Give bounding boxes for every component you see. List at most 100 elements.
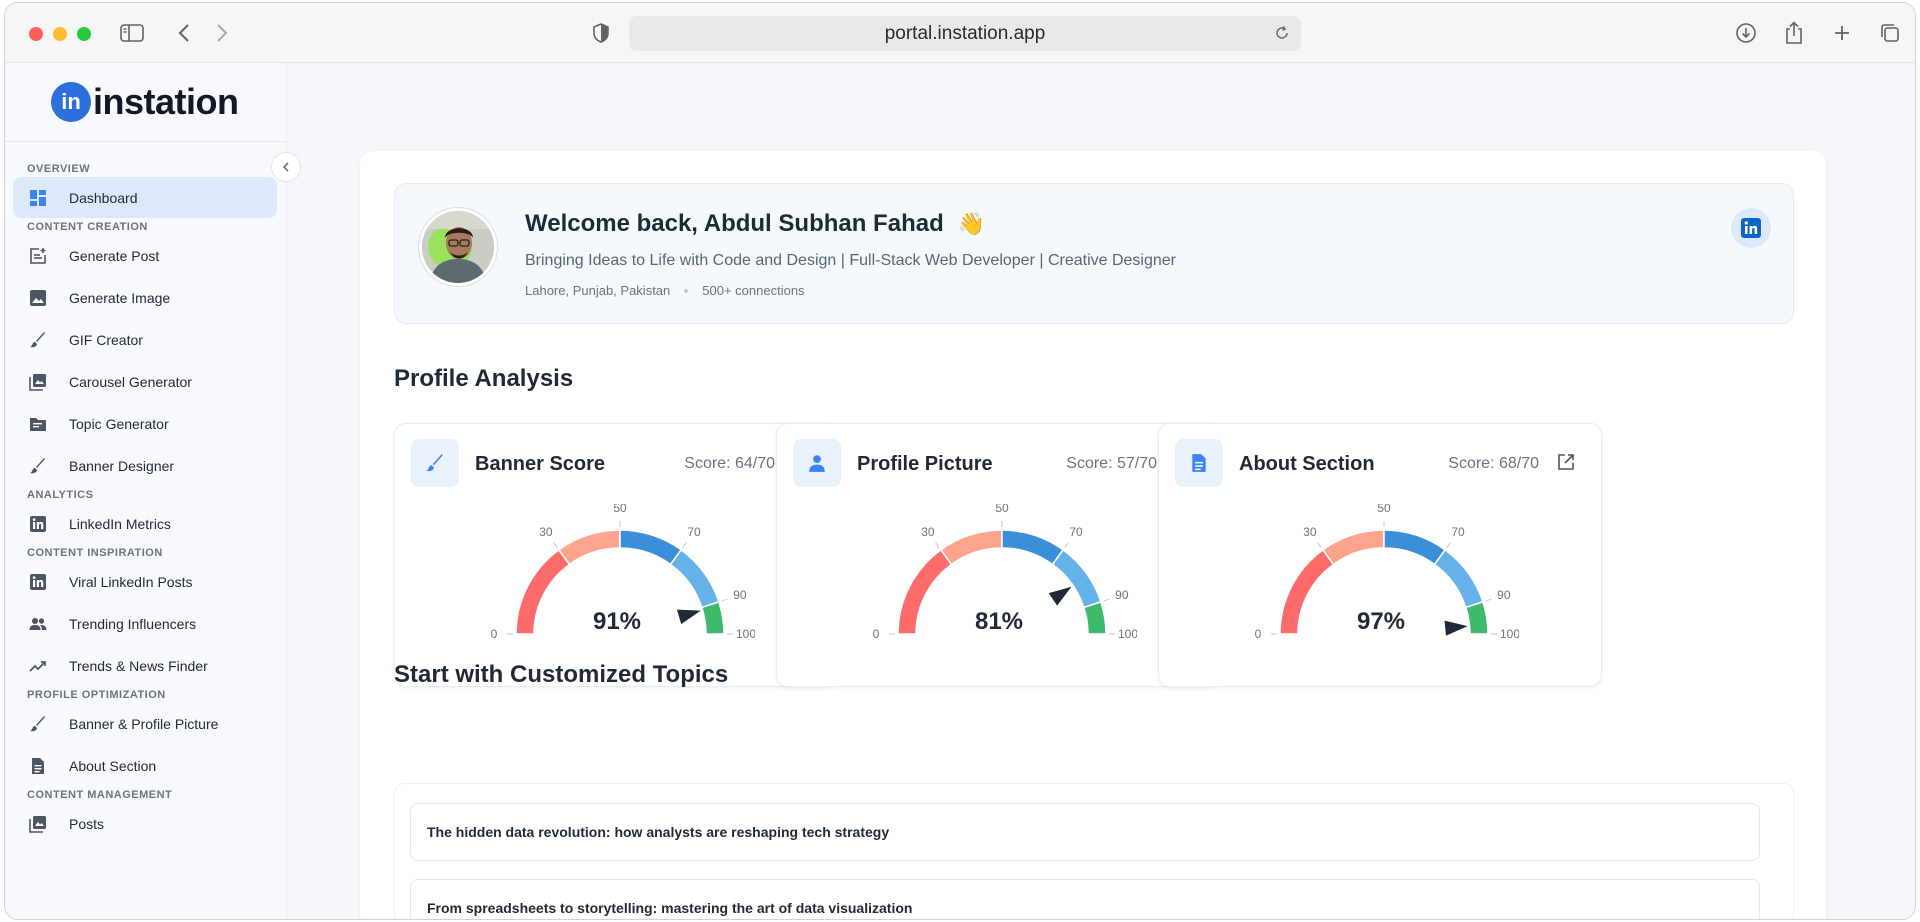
reload-icon[interactable] [1273, 24, 1291, 48]
sidebar-item-viral-linkedin-posts[interactable]: Viral LinkedIn Posts [13, 561, 277, 602]
linkedin-icon [29, 515, 69, 533]
sidebar-item-label: Posts [69, 815, 105, 832]
profile-location: Lahore, Punjab, Pakistan [525, 283, 671, 298]
gauge-tick-label: 70 [1451, 525, 1465, 539]
gauge-tick [1103, 598, 1110, 602]
profile-analysis-title: Profile Analysis [394, 365, 574, 392]
collapse-sidebar-button[interactable] [271, 152, 301, 182]
score-card-score: Score: 57/70 [1066, 455, 1157, 472]
score-card-icon-wrap [793, 439, 841, 487]
forward-arrow-icon[interactable] [207, 18, 237, 48]
tab-overview-icon[interactable] [1875, 18, 1905, 48]
downloads-icon[interactable] [1731, 18, 1761, 48]
gauge-tick [1485, 598, 1492, 602]
waving-hand-icon: 👋 [957, 211, 986, 236]
sidebar-item-label: Dashboard [69, 189, 138, 206]
sidebar-item-banner-profile-picture[interactable]: Banner & Profile Picture [13, 703, 277, 744]
main-content: Welcome back, Abdul Subhan Fahad 👋 Bringi… [288, 63, 1915, 919]
sidebar-item-label: GIF Creator [69, 331, 143, 348]
gauge-segment [619, 529, 683, 566]
topic-item[interactable]: The hidden data revolution: how analysts… [410, 803, 1760, 861]
sidebar-item-label: Viral LinkedIn Posts [69, 573, 193, 590]
meta-separator [684, 288, 689, 293]
sidebar-item-generate-image[interactable]: Generate Image [13, 277, 277, 318]
avatar[interactable] [419, 208, 497, 286]
sidebar-item-linkedin-metrics[interactable]: LinkedIn Metrics [13, 503, 277, 544]
image-icon [29, 289, 69, 307]
gauge-tick-label: 90 [1497, 588, 1511, 602]
sidebar-item-generate-post[interactable]: Generate Post [13, 235, 277, 276]
sidebar-item-label: Banner Designer [69, 457, 175, 474]
gauge-tick-label: 90 [733, 588, 747, 602]
sidebar-item-label: Generate Post [69, 247, 160, 264]
welcome-banner: Welcome back, Abdul Subhan Fahad 👋 Bringi… [394, 183, 1794, 324]
linkedin-profile-button[interactable] [1731, 208, 1771, 248]
score-card-icon-wrap [1175, 439, 1223, 487]
instation-logo[interactable]: in instation [51, 81, 239, 123]
gauge-segment [557, 529, 621, 566]
privacy-shield-icon[interactable] [586, 18, 616, 48]
brush-icon [425, 453, 445, 473]
sidebar-item-label: LinkedIn Metrics [69, 515, 171, 532]
sidebar-toggle-icon[interactable] [117, 18, 147, 48]
sidebar-item-dashboard[interactable]: Dashboard [13, 177, 277, 218]
sidebar-item-label: Topic Generator [69, 415, 169, 432]
share-icon[interactable] [1779, 18, 1809, 48]
url-text: portal.instation.app [884, 22, 1046, 44]
linkedin-icon [1741, 218, 1761, 238]
sidebar-item-topic-generator[interactable]: Topic Generator [13, 403, 277, 444]
minimize-window-button[interactable] [53, 27, 67, 41]
score-card-percent: 97% [1356, 608, 1406, 635]
score-card-score: Score: 68/70 [1448, 455, 1539, 472]
brush-icon [29, 457, 69, 475]
brush-icon [29, 331, 69, 349]
trending-icon [29, 657, 69, 675]
welcome-title: Welcome back, Abdul Subhan Fahad 👋 [525, 210, 985, 238]
sidebar-item-gif-creator[interactable]: GIF Creator [13, 319, 277, 360]
sidebar-item-about-section[interactable]: About Section [13, 745, 277, 786]
gauge-needle [1048, 586, 1072, 606]
sidebar: in instation OVERVIEW Dashboard CONTENT CR… [5, 63, 301, 919]
close-window-button[interactable] [29, 27, 43, 41]
sidebar-item-carousel-generator[interactable]: Carousel Generator [13, 361, 277, 402]
gauge-tick [553, 542, 558, 548]
logo-divider [5, 141, 286, 142]
gauge-tick-label: 90 [1115, 588, 1129, 602]
new-tab-icon[interactable] [1827, 18, 1857, 48]
collections-icon [29, 815, 69, 833]
external-link-icon[interactable] [1557, 453, 1577, 473]
topics-title: Start with Customized Topics [394, 661, 729, 688]
people-icon [29, 615, 69, 633]
chevron-left-icon [282, 162, 289, 172]
zoom-window-button[interactable] [77, 27, 91, 41]
sidebar-item-trending-influencers[interactable]: Trending Influencers [13, 603, 277, 644]
topic-item[interactable]: From spreadsheets to storytelling: maste… [410, 879, 1760, 919]
sidebar-item-label: Trending Influencers [69, 615, 197, 632]
sidebar-item-banner-designer[interactable]: Banner Designer [13, 445, 277, 486]
sidebar-item-posts[interactable]: Posts [13, 803, 277, 844]
gauge-tick [1317, 542, 1322, 548]
logo-text: instation [93, 81, 239, 122]
score-card-score: Score: 64/70 [684, 455, 775, 472]
dashboard-icon [29, 189, 69, 207]
address-bar[interactable]: portal.instation.app [629, 16, 1301, 51]
sidebar-item-trends-news-finder[interactable]: Trends & News Finder [13, 645, 277, 686]
browser-window: portal.instation.app in instation OVERVI… [4, 2, 1916, 920]
gauge-tick [1446, 542, 1451, 548]
gauge-segment [1383, 529, 1447, 566]
nav-section-title: OVERVIEW [27, 163, 91, 175]
welcome-text: Welcome back, Abdul Subhan Fahad [525, 210, 944, 237]
profile-meta: Lahore, Punjab, Pakistan 500+ connection… [525, 283, 805, 298]
score-card-title: Banner Score [475, 453, 606, 475]
score-card-about-section: About Section Score: 68/70 0 30 50 70 90 100 … [1158, 423, 1602, 687]
gauge-tick [1064, 542, 1069, 548]
gauge-segment [669, 548, 720, 609]
gauge-tick-label: 50 [613, 504, 627, 515]
back-arrow-icon[interactable] [169, 18, 199, 48]
sidebar-item-label: About Section [69, 757, 157, 774]
nav-section-title: PROFILE OPTIMIZATION [27, 689, 166, 701]
nav-section-title: CONTENT INSPIRATION [27, 547, 163, 559]
document-icon [29, 757, 69, 775]
gauge-tick-label: 70 [1069, 525, 1083, 539]
gauge-segment [1001, 529, 1065, 566]
